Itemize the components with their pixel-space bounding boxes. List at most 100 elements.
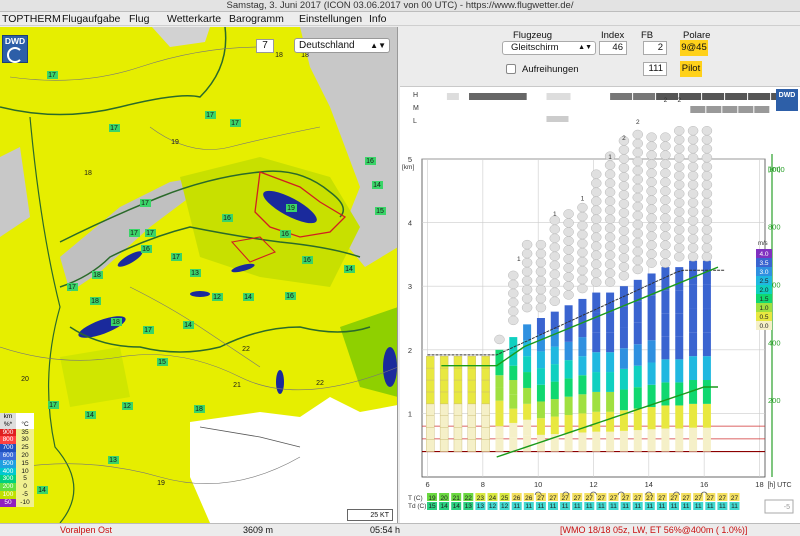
fb-field[interactable]: 2 xyxy=(643,41,667,55)
map-value-label: 13 xyxy=(191,270,199,277)
cloud-cell xyxy=(549,224,561,235)
thermal-segment xyxy=(592,372,601,392)
zoom-level-field[interactable]: 7 xyxy=(256,39,274,53)
cloud-cell xyxy=(604,223,616,233)
t-value: 27 xyxy=(586,495,594,502)
cloud-cell xyxy=(591,241,602,251)
cloud-cell xyxy=(591,268,602,278)
cloud-cell xyxy=(591,196,602,206)
td-value: 13 xyxy=(465,503,473,510)
cloud-cell xyxy=(577,247,588,258)
cloud-cell xyxy=(577,283,588,294)
cloud-cell xyxy=(687,198,699,208)
border-line-5 xyxy=(29,116,75,523)
cloud-cell xyxy=(660,168,671,178)
legend-km: 600 xyxy=(0,451,16,460)
thermal-segment xyxy=(689,284,698,309)
menu-flug[interactable]: Flug xyxy=(127,12,165,25)
menu-info[interactable]: Info xyxy=(367,12,407,25)
thermal-segment xyxy=(578,394,587,414)
y-left-unit: [km] xyxy=(402,164,414,171)
cloud-cell xyxy=(604,160,616,170)
cloud-cell xyxy=(646,177,657,187)
menu-flugaufgabe[interactable]: Flugaufgabe xyxy=(60,12,127,25)
ms-legend-value: 3.0 xyxy=(759,269,768,276)
scale-bar: 25 KT xyxy=(347,509,393,521)
flugzeug-select[interactable]: Gleitschirm ▲▼ xyxy=(502,41,596,55)
cloud-cell xyxy=(563,227,574,237)
thermal-segment xyxy=(509,365,518,381)
map-value-label: 14 xyxy=(38,487,46,494)
cloud-row-label: M xyxy=(413,105,419,112)
thermal-segment xyxy=(689,403,698,428)
thermal-segment xyxy=(453,367,463,381)
cloud-cell xyxy=(660,204,671,214)
thermal-segment xyxy=(426,403,435,416)
legend-header-km: km xyxy=(0,413,16,421)
thermal-segment xyxy=(536,401,545,419)
pilot-button[interactable]: Pilot xyxy=(680,61,702,77)
cloud-cell xyxy=(521,293,533,304)
thermal-segment xyxy=(578,356,587,376)
map-canvas[interactable]: 17 18 17 19 17 17 17 16 14 15 17 17 16 19 16 17 16 13 16 14… xyxy=(0,27,398,523)
thermal-segment xyxy=(523,356,532,373)
index-field[interactable]: 46 xyxy=(599,41,627,55)
thermal-segment xyxy=(702,403,711,428)
td-value: 15 xyxy=(428,503,436,510)
cloud-row-label: L xyxy=(413,118,417,125)
cloud-cell xyxy=(521,275,533,286)
map-value-label: 14 xyxy=(373,182,381,189)
thermal-segment xyxy=(439,427,449,440)
thermal-segment xyxy=(661,267,670,291)
td-value: 11 xyxy=(586,503,593,510)
thermal-segment xyxy=(439,391,449,405)
polare-value[interactable]: 9@45 xyxy=(680,40,708,56)
td-value: 11 xyxy=(598,503,605,510)
cloud-cell xyxy=(618,208,630,218)
weather-map[interactable]: 17 18 17 19 17 17 17 16 14 15 17 17 16 19 16 17 16 13 16 14… xyxy=(0,27,398,523)
thermal-segment xyxy=(633,344,642,366)
cloud-cover-bar xyxy=(546,93,571,100)
menu-barogramm[interactable]: Barogramm xyxy=(227,12,297,25)
region-select[interactable]: Deutschland ▲▼ xyxy=(294,38,390,53)
cloud-cell xyxy=(618,190,630,200)
td-value: 12 xyxy=(489,503,497,510)
x-tick: 6 xyxy=(425,480,429,489)
cloud-cell xyxy=(687,144,699,154)
lake-garda xyxy=(383,347,397,387)
scale-label: 25 KT xyxy=(370,512,389,519)
chevron-down-icon: ▲▼ xyxy=(370,41,386,50)
td-value: 11 xyxy=(562,503,569,510)
cloud-cell xyxy=(660,159,671,169)
cloud-cell xyxy=(632,192,644,203)
cloud-cell xyxy=(660,150,671,160)
cloud-cell xyxy=(563,218,574,228)
thermal-segment xyxy=(633,322,642,345)
menu-toptherm[interactable]: TOPTHERM xyxy=(0,12,61,25)
cloud-cell xyxy=(535,293,547,304)
aufreihungen-value[interactable]: 111 xyxy=(643,62,667,76)
cloud-cell xyxy=(577,211,588,222)
legend-c: 25 xyxy=(16,444,34,452)
aufreihungen-checkbox[interactable] xyxy=(506,64,516,74)
cloud-cell xyxy=(701,144,713,154)
map-value-label: 18 xyxy=(275,52,283,59)
cloud-cell xyxy=(701,234,713,244)
cloud-count-label: 1 xyxy=(581,195,585,202)
cloud-cell xyxy=(687,180,699,190)
x-tick: 10 xyxy=(534,480,542,489)
cloud-cell xyxy=(618,163,630,173)
thermal-segment xyxy=(509,408,518,423)
thermal-segment xyxy=(633,365,642,388)
menu-wetterkarte[interactable]: Wetterkarte xyxy=(165,12,227,25)
legend-km: 100 xyxy=(0,490,16,499)
cloud-cell xyxy=(660,240,671,250)
cloud-cell xyxy=(701,135,713,145)
thermal-segment xyxy=(647,340,656,363)
map-value-label: 22 xyxy=(242,346,250,353)
cloud-cell xyxy=(591,232,602,242)
t-value: 25 xyxy=(501,495,509,502)
cloud-cell xyxy=(508,297,519,308)
thermal-segment xyxy=(619,389,628,411)
menu-einstellungen[interactable]: Einstellungen xyxy=(297,12,367,25)
